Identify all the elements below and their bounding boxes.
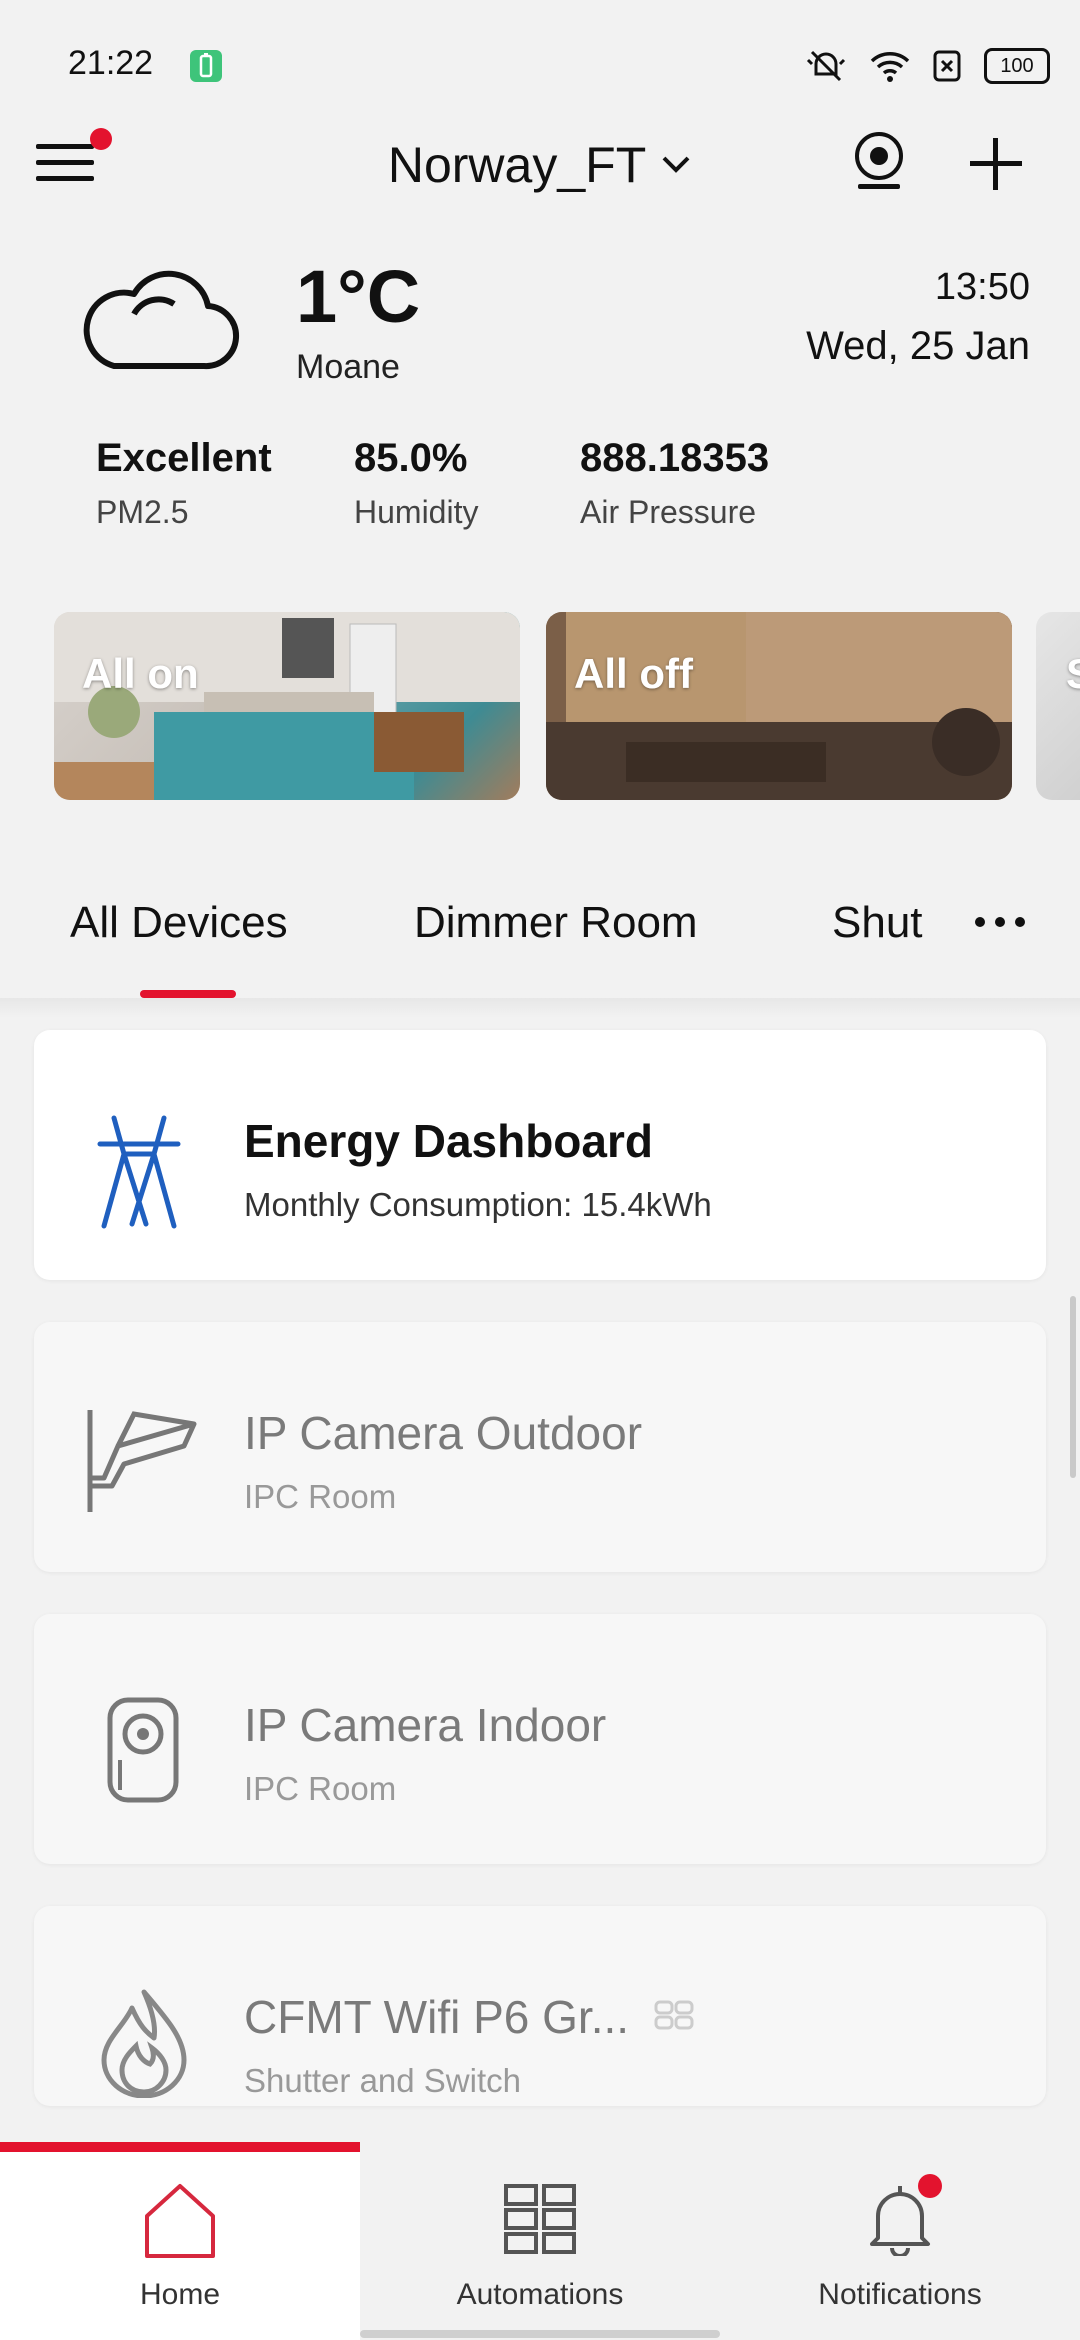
pm25-label: PM2.5 — [96, 494, 189, 530]
energy-tower-icon — [94, 1114, 184, 1235]
pm25-value: Excellent — [96, 436, 272, 480]
scene-label: All off — [574, 650, 693, 697]
nav-label: Notifications — [818, 2278, 982, 2311]
humidity-value: 85.0% — [354, 436, 468, 480]
silent-bell-icon — [806, 50, 846, 82]
nav-notifications[interactable]: Notifications — [720, 2148, 1080, 2340]
device-subtitle: Shutter and Switch — [244, 2062, 521, 2099]
device-card-ip-camera-outdoor[interactable]: IP Camera Outdoor IPC Room — [34, 1322, 1046, 1572]
battery-saver-icon — [190, 50, 222, 82]
device-subtitle: IPC Room — [244, 1770, 397, 1807]
gesture-bar — [360, 2330, 720, 2338]
more-dots-icon — [975, 917, 1025, 927]
temperature: 1°C — [296, 255, 421, 338]
status-time: 21:22 — [68, 44, 154, 82]
cloud-icon — [74, 256, 242, 378]
indoor-camera-icon — [106, 1696, 186, 1811]
home-icon — [145, 2184, 215, 2258]
device-title: Energy Dashboard — [244, 1115, 653, 1167]
group-icon — [654, 2000, 694, 2030]
automations-grid-icon — [504, 2184, 576, 2254]
plus-icon — [970, 138, 1022, 190]
tabs-divider — [0, 998, 1080, 1018]
battery-icon: 100 — [984, 48, 1050, 84]
nav-home[interactable]: Home — [0, 2148, 360, 2340]
tab-active-indicator — [140, 990, 236, 998]
notification-dot — [918, 2174, 942, 2198]
outdoor-camera-icon — [84, 1406, 200, 1521]
nav-label: Automations — [456, 2278, 624, 2311]
device-title: CFMT Wifi P6 Gr... — [244, 1991, 630, 2043]
more-tabs-button[interactable] — [972, 912, 1028, 932]
humidity-label: Humidity — [354, 494, 479, 530]
air-pressure-value: 888.18353 — [580, 436, 770, 480]
chevron-down-icon — [662, 156, 690, 173]
scene-all-on[interactable]: All on — [54, 612, 520, 800]
scrollbar[interactable] — [1070, 1296, 1076, 1478]
weather-time: 13:50 — [934, 266, 1030, 308]
weather-location: Moane — [296, 348, 400, 386]
tab-all-devices[interactable]: All Devices — [70, 898, 288, 948]
scene-all-off[interactable]: All off — [546, 612, 1012, 800]
wifi-icon — [870, 52, 910, 82]
device-title: IP Camera Indoor — [244, 1699, 607, 1751]
flame-icon — [96, 1988, 192, 2103]
add-device-button[interactable] — [966, 134, 1026, 194]
scene-card[interactable]: S — [1036, 612, 1080, 800]
weather-date: Wed, 25 Jan — [806, 324, 1030, 368]
device-title: IP Camera Outdoor — [244, 1407, 643, 1459]
home-selector[interactable]: Norway_FT — [0, 132, 1080, 194]
home-name: Norway_FT — [387, 136, 647, 193]
device-card-cfmt-wifi[interactable]: CFMT Wifi P6 Gr... Shutter and Switch — [34, 1906, 1046, 2106]
device-subtitle: IPC Room — [244, 1478, 397, 1515]
tab-shut[interactable]: Shut — [832, 898, 940, 948]
scene-label: S — [1066, 650, 1080, 698]
nav-automations[interactable]: Automations — [360, 2148, 720, 2340]
scene-label: All on — [82, 650, 199, 697]
battery-level: 100 — [1000, 54, 1034, 77]
tab-dimmer-room[interactable]: Dimmer Room — [414, 898, 698, 948]
nav-label: Home — [139, 2278, 221, 2311]
device-card-energy-dashboard[interactable]: Energy Dashboard Monthly Consumption: 15… — [34, 1030, 1046, 1280]
camera-button[interactable] — [852, 132, 906, 192]
device-card-ip-camera-indoor[interactable]: IP Camera Indoor IPC Room — [34, 1614, 1046, 1864]
device-subtitle: Monthly Consumption: 15.4kWh — [244, 1186, 712, 1223]
no-sim-icon — [933, 50, 961, 82]
status-icons: 100 — [804, 48, 1050, 84]
camera-icon — [855, 132, 903, 189]
air-pressure-label: Air Pressure — [580, 494, 757, 530]
